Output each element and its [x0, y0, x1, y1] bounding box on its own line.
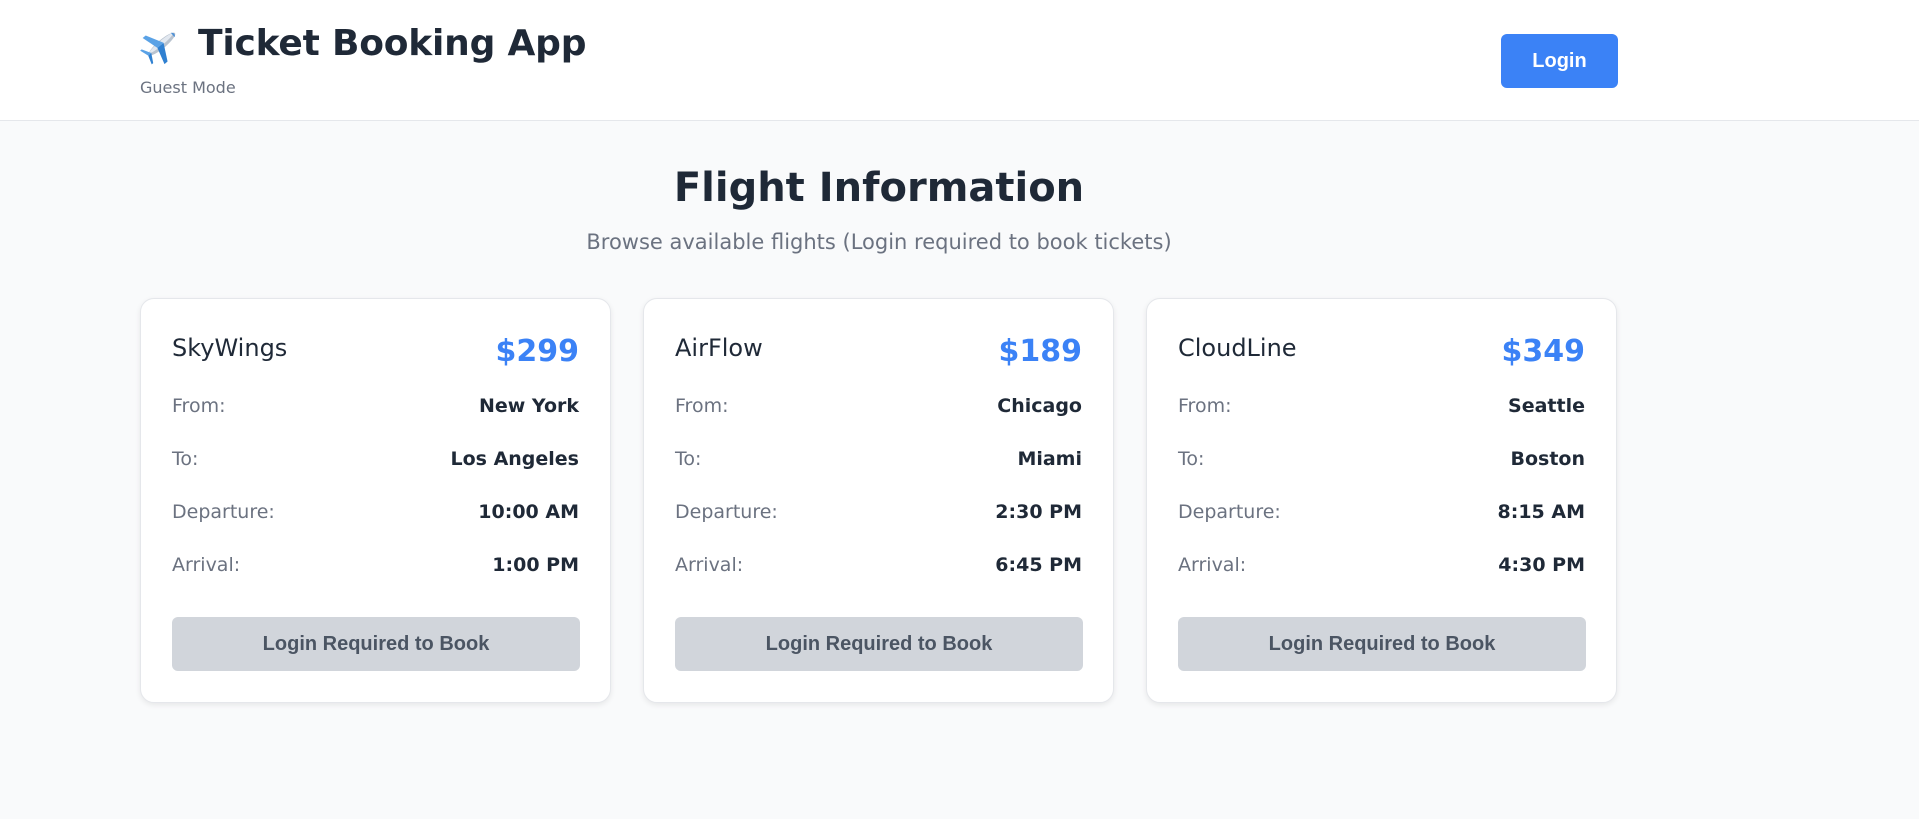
app-title: Ticket Booking App: [198, 23, 587, 64]
from-label: From:: [675, 395, 729, 417]
airline-name: SkyWings: [172, 334, 288, 362]
from-label: From:: [172, 395, 226, 417]
to-value: Miami: [1017, 448, 1082, 470]
departure-row: Departure: 2:30 PM: [675, 501, 1082, 554]
flight-card-list: SkyWings $299 From: New York To: Los Ang…: [140, 298, 1617, 703]
departure-row: Departure: 8:15 AM: [1178, 501, 1585, 554]
book-button[interactable]: Login Required to Book: [675, 617, 1083, 671]
from-label: From:: [1178, 395, 1232, 417]
flight-card: AirFlow $189 From: Chicago To: Miami Dep…: [643, 298, 1114, 703]
to-value: Boston: [1510, 448, 1585, 470]
departure-value: 2:30 PM: [995, 501, 1082, 523]
departure-value: 10:00 AM: [478, 501, 579, 523]
book-button[interactable]: Login Required to Book: [172, 617, 580, 671]
to-label: To:: [675, 448, 702, 470]
airplane-icon: [140, 22, 184, 66]
airline-name: CloudLine: [1178, 334, 1297, 362]
to-label: To:: [1178, 448, 1205, 470]
to-label: To:: [172, 448, 199, 470]
to-value: Los Angeles: [450, 448, 579, 470]
flight-card: CloudLine $349 From: Seattle To: Boston …: [1146, 298, 1617, 703]
arrival-row: Arrival: 1:00 PM: [172, 554, 579, 607]
from-row: From: Chicago: [675, 395, 1082, 448]
flight-price: $189: [998, 334, 1083, 369]
brand: Ticket Booking App: [140, 22, 586, 66]
app-header: Ticket Booking App Guest Mode Login: [0, 0, 1919, 121]
flight-price: $299: [495, 334, 580, 369]
book-button[interactable]: Login Required to Book: [1178, 617, 1586, 671]
arrival-label: Arrival:: [1178, 554, 1247, 576]
departure-label: Departure:: [172, 501, 275, 523]
departure-label: Departure:: [675, 501, 778, 523]
from-row: From: New York: [172, 395, 579, 448]
arrival-value: 6:45 PM: [995, 554, 1082, 576]
arrival-label: Arrival:: [172, 554, 241, 576]
arrival-value: 1:00 PM: [492, 554, 579, 576]
page-subtitle: Browse available flights (Login required…: [586, 230, 1172, 254]
flight-card: SkyWings $299 From: New York To: Los Ang…: [140, 298, 611, 703]
from-value: Seattle: [1508, 395, 1585, 417]
from-value: Chicago: [997, 395, 1082, 417]
flight-price: $349: [1501, 334, 1586, 369]
arrival-row: Arrival: 6:45 PM: [675, 554, 1082, 607]
departure-row: Departure: 10:00 AM: [172, 501, 579, 554]
login-button[interactable]: Login: [1501, 34, 1618, 88]
to-row: To: Los Angeles: [172, 448, 579, 501]
departure-label: Departure:: [1178, 501, 1281, 523]
arrival-row: Arrival: 4:30 PM: [1178, 554, 1585, 607]
page-title: Flight Information: [673, 165, 1085, 211]
departure-value: 8:15 AM: [1497, 501, 1586, 523]
arrival-label: Arrival:: [675, 554, 744, 576]
from-value: New York: [478, 395, 579, 417]
arrival-value: 4:30 PM: [1498, 554, 1585, 576]
guest-mode-label: Guest Mode: [140, 78, 236, 97]
to-row: To: Miami: [675, 448, 1082, 501]
airline-name: AirFlow: [675, 334, 763, 362]
from-row: From: Seattle: [1178, 395, 1585, 448]
to-row: To: Boston: [1178, 448, 1585, 501]
